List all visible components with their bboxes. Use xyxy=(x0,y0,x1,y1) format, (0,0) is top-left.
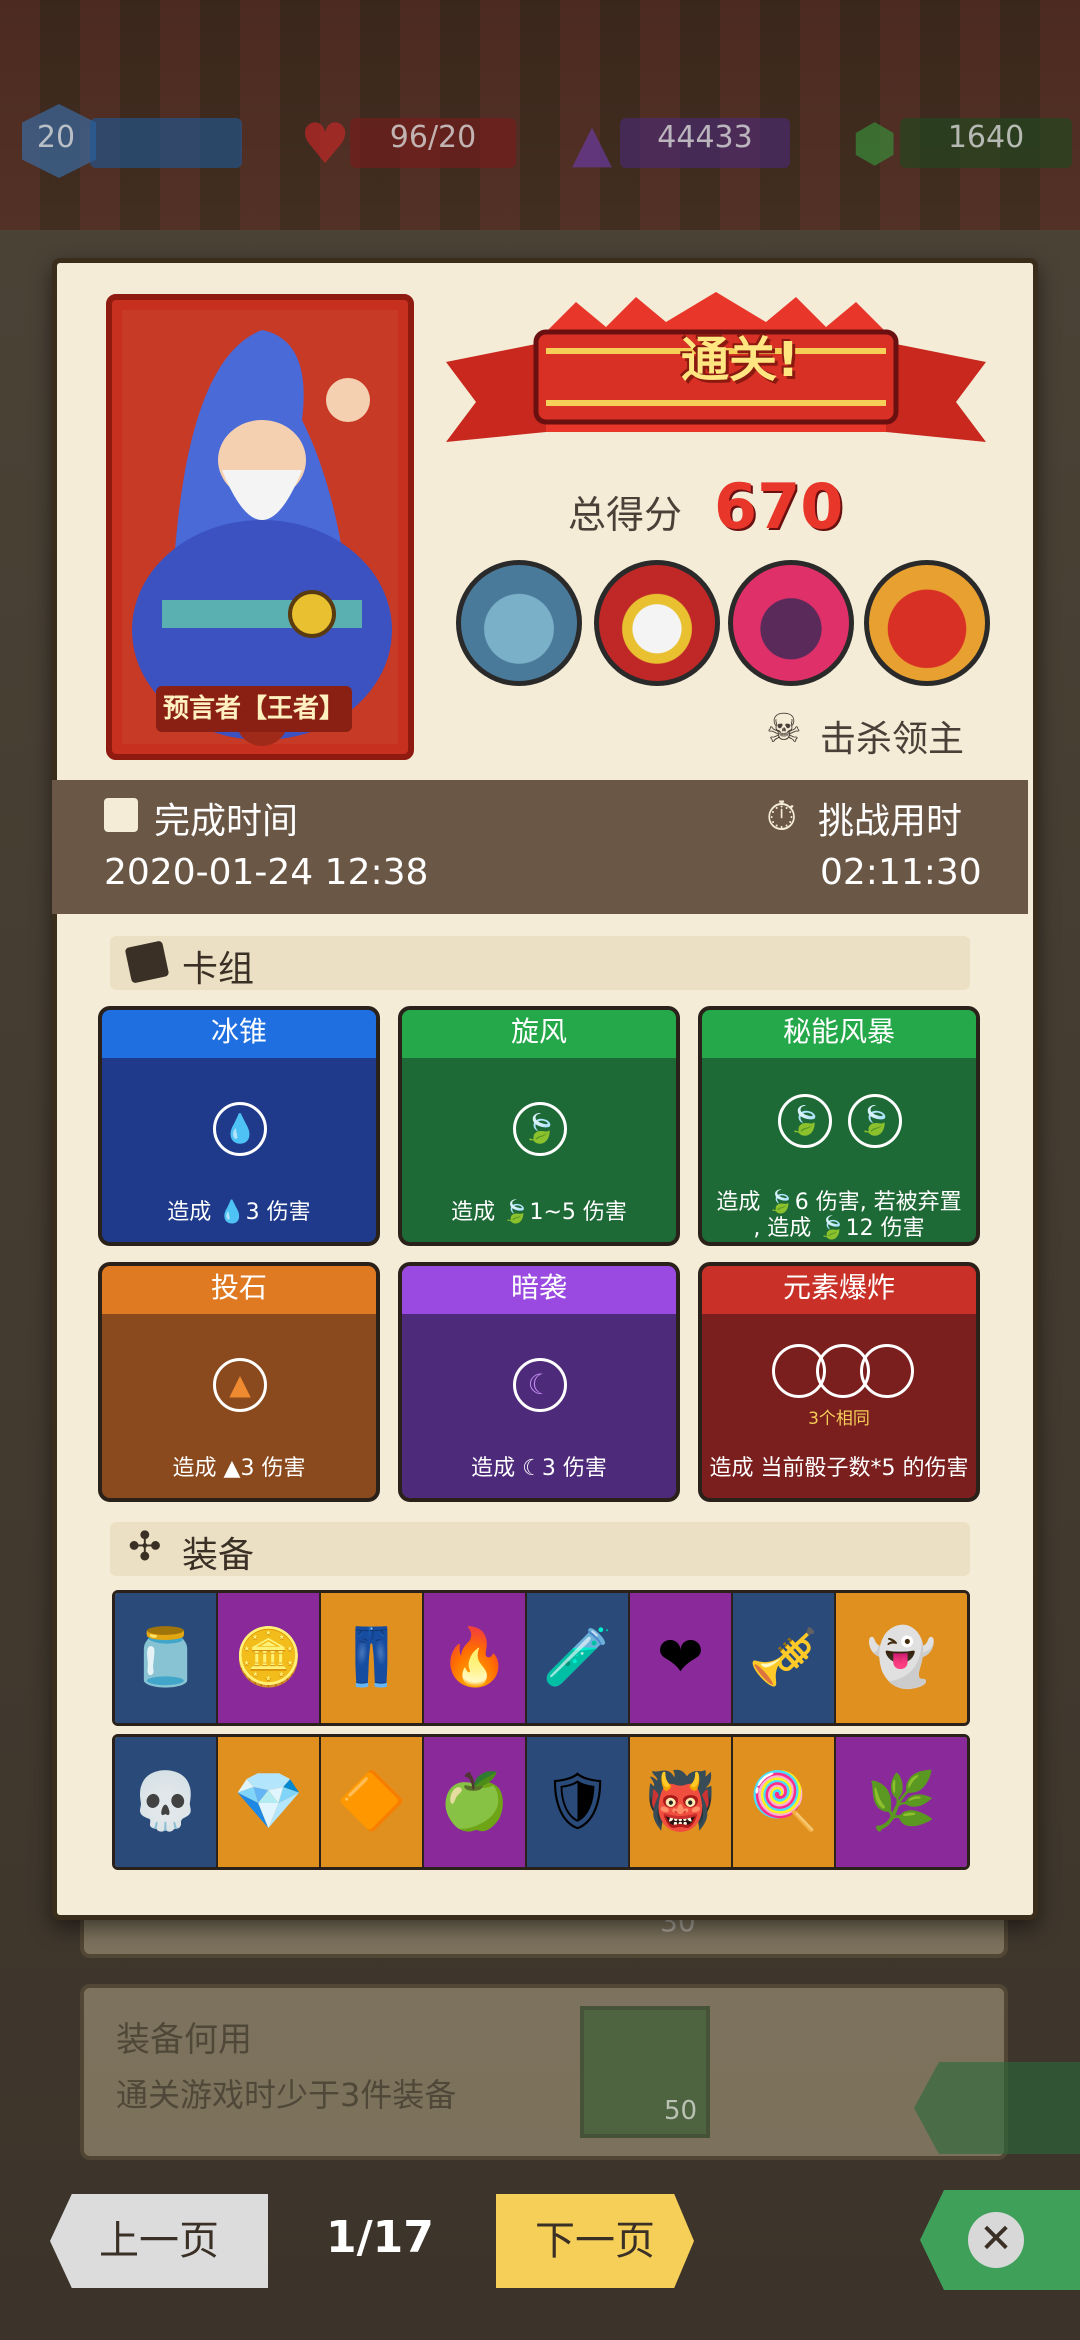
level-bar xyxy=(90,118,242,168)
card-title: 旋风 xyxy=(402,1010,676,1058)
deck-title: 卡组 xyxy=(182,949,255,990)
propeller-icon: ✣ xyxy=(128,1524,162,1570)
equipment-row-1: 🫙 🪙 👖 🔥 🧪 ❤ 🎺 👻 xyxy=(112,1590,970,1726)
achievement-desc: 通关游戏时少于3件装备 xyxy=(116,2076,457,2114)
ghost-icon[interactable]: 👻 xyxy=(836,1593,967,1723)
crystal-value: 44433 xyxy=(657,120,753,155)
coin-icon[interactable]: 🪙 xyxy=(218,1593,321,1723)
finish-time-value: 2020-01-24 12:38 xyxy=(104,852,429,893)
card-title: 暗袭 xyxy=(402,1266,676,1314)
card-title: 秘能风暴 xyxy=(702,1010,976,1058)
jar-icon[interactable]: 🫙 xyxy=(115,1593,218,1723)
page-indicator: 1/17 xyxy=(326,2212,434,2263)
card-stone-throw[interactable]: 投石 ▲ 造成 ▲3 伤害 xyxy=(98,1262,380,1502)
rock-die-icon: ▲ xyxy=(213,1358,267,1412)
card-desc-line2: , 造成 🍃12 伤害 xyxy=(753,1216,925,1241)
trumpet-icon[interactable]: 🎺 xyxy=(733,1593,836,1723)
card-arcane-storm[interactable]: 秘能风暴 🍃 🍃 造成 🍃6 伤害, 若被弃置 , 造成 🍃12 伤害 xyxy=(698,1006,980,1246)
fire-shield-icon[interactable]: 🔥 xyxy=(424,1593,527,1723)
victory-title: 通关! xyxy=(681,332,799,388)
hero-name-label: 预言者【王者】 xyxy=(156,686,352,732)
boss-kill-caption: 击杀领主 xyxy=(820,719,965,760)
blue-gem-icon[interactable]: 💎 xyxy=(218,1737,321,1867)
card-desc: 造成 ▲3 伤害 xyxy=(172,1456,306,1481)
herb-icon[interactable]: 🌿 xyxy=(836,1737,967,1867)
duration-label: 挑战用时 xyxy=(818,801,963,842)
background-curtain xyxy=(0,0,1080,230)
water-die-icon: 💧 xyxy=(213,1102,267,1156)
card-desc: 造成 ☾3 伤害 xyxy=(471,1456,607,1481)
horned-helmet-icon[interactable]: 👹 xyxy=(630,1737,733,1867)
empty-die-icon xyxy=(860,1344,914,1398)
stopwatch-icon: ⏱ xyxy=(766,794,798,840)
moon-die-icon: ☾ xyxy=(513,1358,567,1412)
mech-boss-icon xyxy=(728,560,854,686)
heart-icon: ♥ xyxy=(300,112,351,177)
card-ambush[interactable]: 暗袭 ☾ 造成 ☾3 伤害 xyxy=(398,1262,680,1502)
wind-die-icon: 🍃 xyxy=(778,1094,832,1148)
prev-page-button[interactable]: 上一页 xyxy=(50,2194,268,2288)
level-value: 20 xyxy=(36,120,76,155)
frog-boss-icon xyxy=(456,560,582,686)
card-element-blast[interactable]: 元素爆炸 3个相同 造成 当前骰子数*5 的伤害 xyxy=(698,1262,980,1502)
equipment-row-2: 💀 💎 🔶 🍏 🛡 👹 🍭 🌿 xyxy=(112,1734,970,1870)
film-icon xyxy=(104,798,138,832)
crystal-icon: ▲ xyxy=(572,114,612,174)
next-page-button[interactable]: 下一页 xyxy=(496,2194,694,2288)
skull-king-boss-icon xyxy=(594,560,720,686)
dragon-boss-icon xyxy=(864,560,990,686)
health-value: 96/20 xyxy=(389,120,477,155)
gem-icon: ⬢ xyxy=(852,114,898,174)
crystal-icon[interactable]: 🔶 xyxy=(321,1737,424,1867)
close-icon[interactable]: ✕ xyxy=(968,2212,1024,2268)
claim-button[interactable] xyxy=(914,2062,1080,2154)
pants-icon[interactable]: 👖 xyxy=(321,1593,424,1723)
card-title: 元素爆炸 xyxy=(702,1266,976,1314)
green-potion-icon[interactable]: 🍏 xyxy=(424,1737,527,1867)
swirl-candy-icon[interactable]: 🍭 xyxy=(733,1737,836,1867)
card-ice-cone[interactable]: 冰锥 💧 造成 💧3 伤害 xyxy=(98,1006,380,1246)
skull-icon: ☠ xyxy=(766,706,802,752)
card-sub: 3个相同 xyxy=(808,1409,870,1429)
score-value: 670 xyxy=(714,470,844,543)
skull-rocket-icon[interactable]: 💀 xyxy=(115,1737,218,1867)
duration-value: 02:11:30 xyxy=(820,852,982,893)
heart-tag-icon[interactable]: ❤ xyxy=(630,1593,733,1723)
card-title: 冰锥 xyxy=(102,1010,376,1058)
wind-die-icon: 🍃 xyxy=(513,1102,567,1156)
card-title: 投石 xyxy=(102,1266,376,1314)
finish-time-label: 完成时间 xyxy=(154,801,299,842)
shield-icon[interactable]: 🛡 xyxy=(527,1737,630,1867)
card-desc: 造成 🍃1~5 伤害 xyxy=(451,1200,627,1225)
achievement-reward: 50 xyxy=(664,2096,698,2126)
equipment-title: 装备 xyxy=(182,1535,255,1576)
score-label: 总得分 xyxy=(568,493,683,537)
card-whirlwind[interactable]: 旋风 🍃 造成 🍃1~5 伤害 xyxy=(398,1006,680,1246)
gem-value: 1640 xyxy=(947,120,1025,155)
cards-icon xyxy=(124,940,170,984)
card-desc: 造成 当前骰子数*5 的伤害 xyxy=(709,1456,969,1481)
wind-die-icon: 🍃 xyxy=(848,1094,902,1148)
cylinder-icon[interactable]: 🧪 xyxy=(527,1593,630,1723)
card-desc: 造成 💧3 伤害 xyxy=(167,1200,311,1225)
achievement-title: 装备何用 xyxy=(116,2020,252,2060)
